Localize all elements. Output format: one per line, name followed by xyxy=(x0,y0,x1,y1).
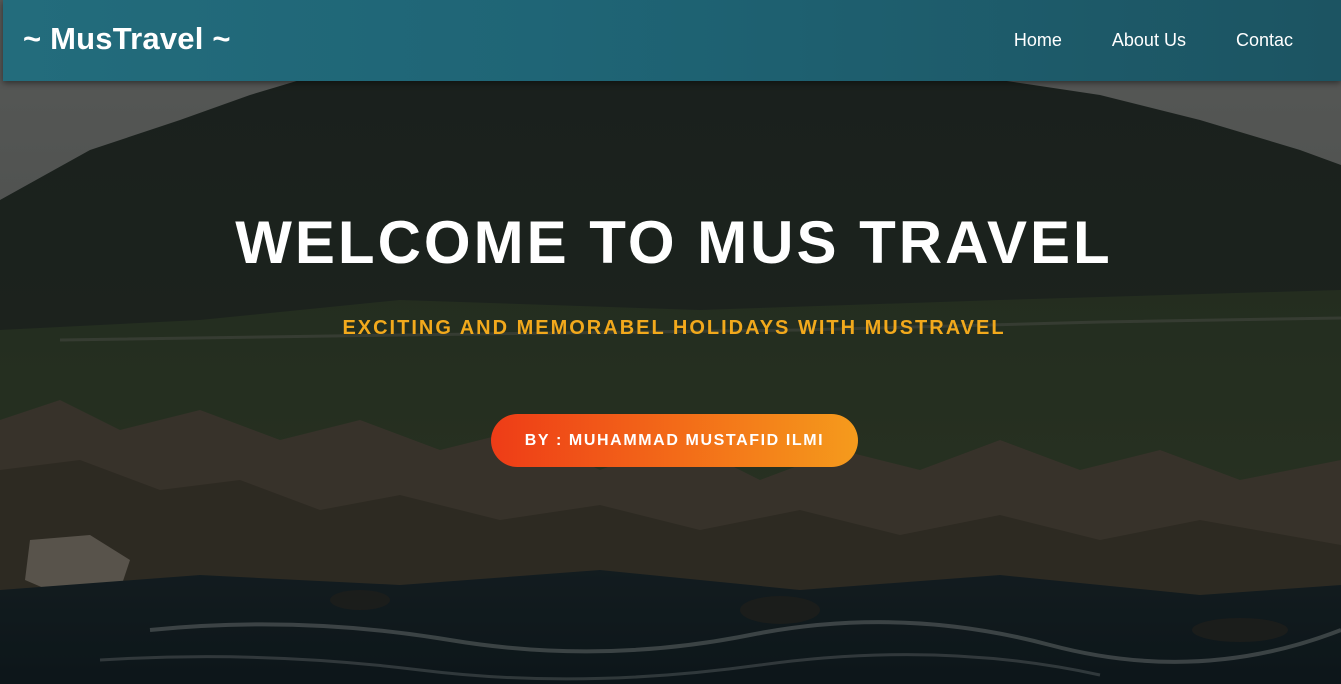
hero-subtitle: EXCITING AND MEMORABEL HOLIDAYS WITH MUS… xyxy=(342,317,1006,339)
author-button[interactable]: BY : MUHAMMAD MUSTAFID ILMI xyxy=(491,414,858,467)
nav-link-home[interactable]: Home xyxy=(1014,30,1062,51)
nav-link-about-us[interactable]: About Us xyxy=(1112,30,1186,51)
brand-logo[interactable]: ~ MusTravel ~ xyxy=(23,21,231,57)
navbar: ~ MusTravel ~ Home About Us Contac xyxy=(3,0,1341,81)
hero-section: WELCOME TO MUS TRAVEL EXCITING AND MEMOR… xyxy=(0,0,1341,684)
landing-page: ~ MusTravel ~ Home About Us Contac WELCO… xyxy=(0,0,1341,684)
nav-links: Home About Us Contac xyxy=(1014,30,1293,51)
nav-link-contact[interactable]: Contac xyxy=(1236,30,1293,51)
hero-title: WELCOME TO MUS TRAVEL xyxy=(235,209,1113,276)
